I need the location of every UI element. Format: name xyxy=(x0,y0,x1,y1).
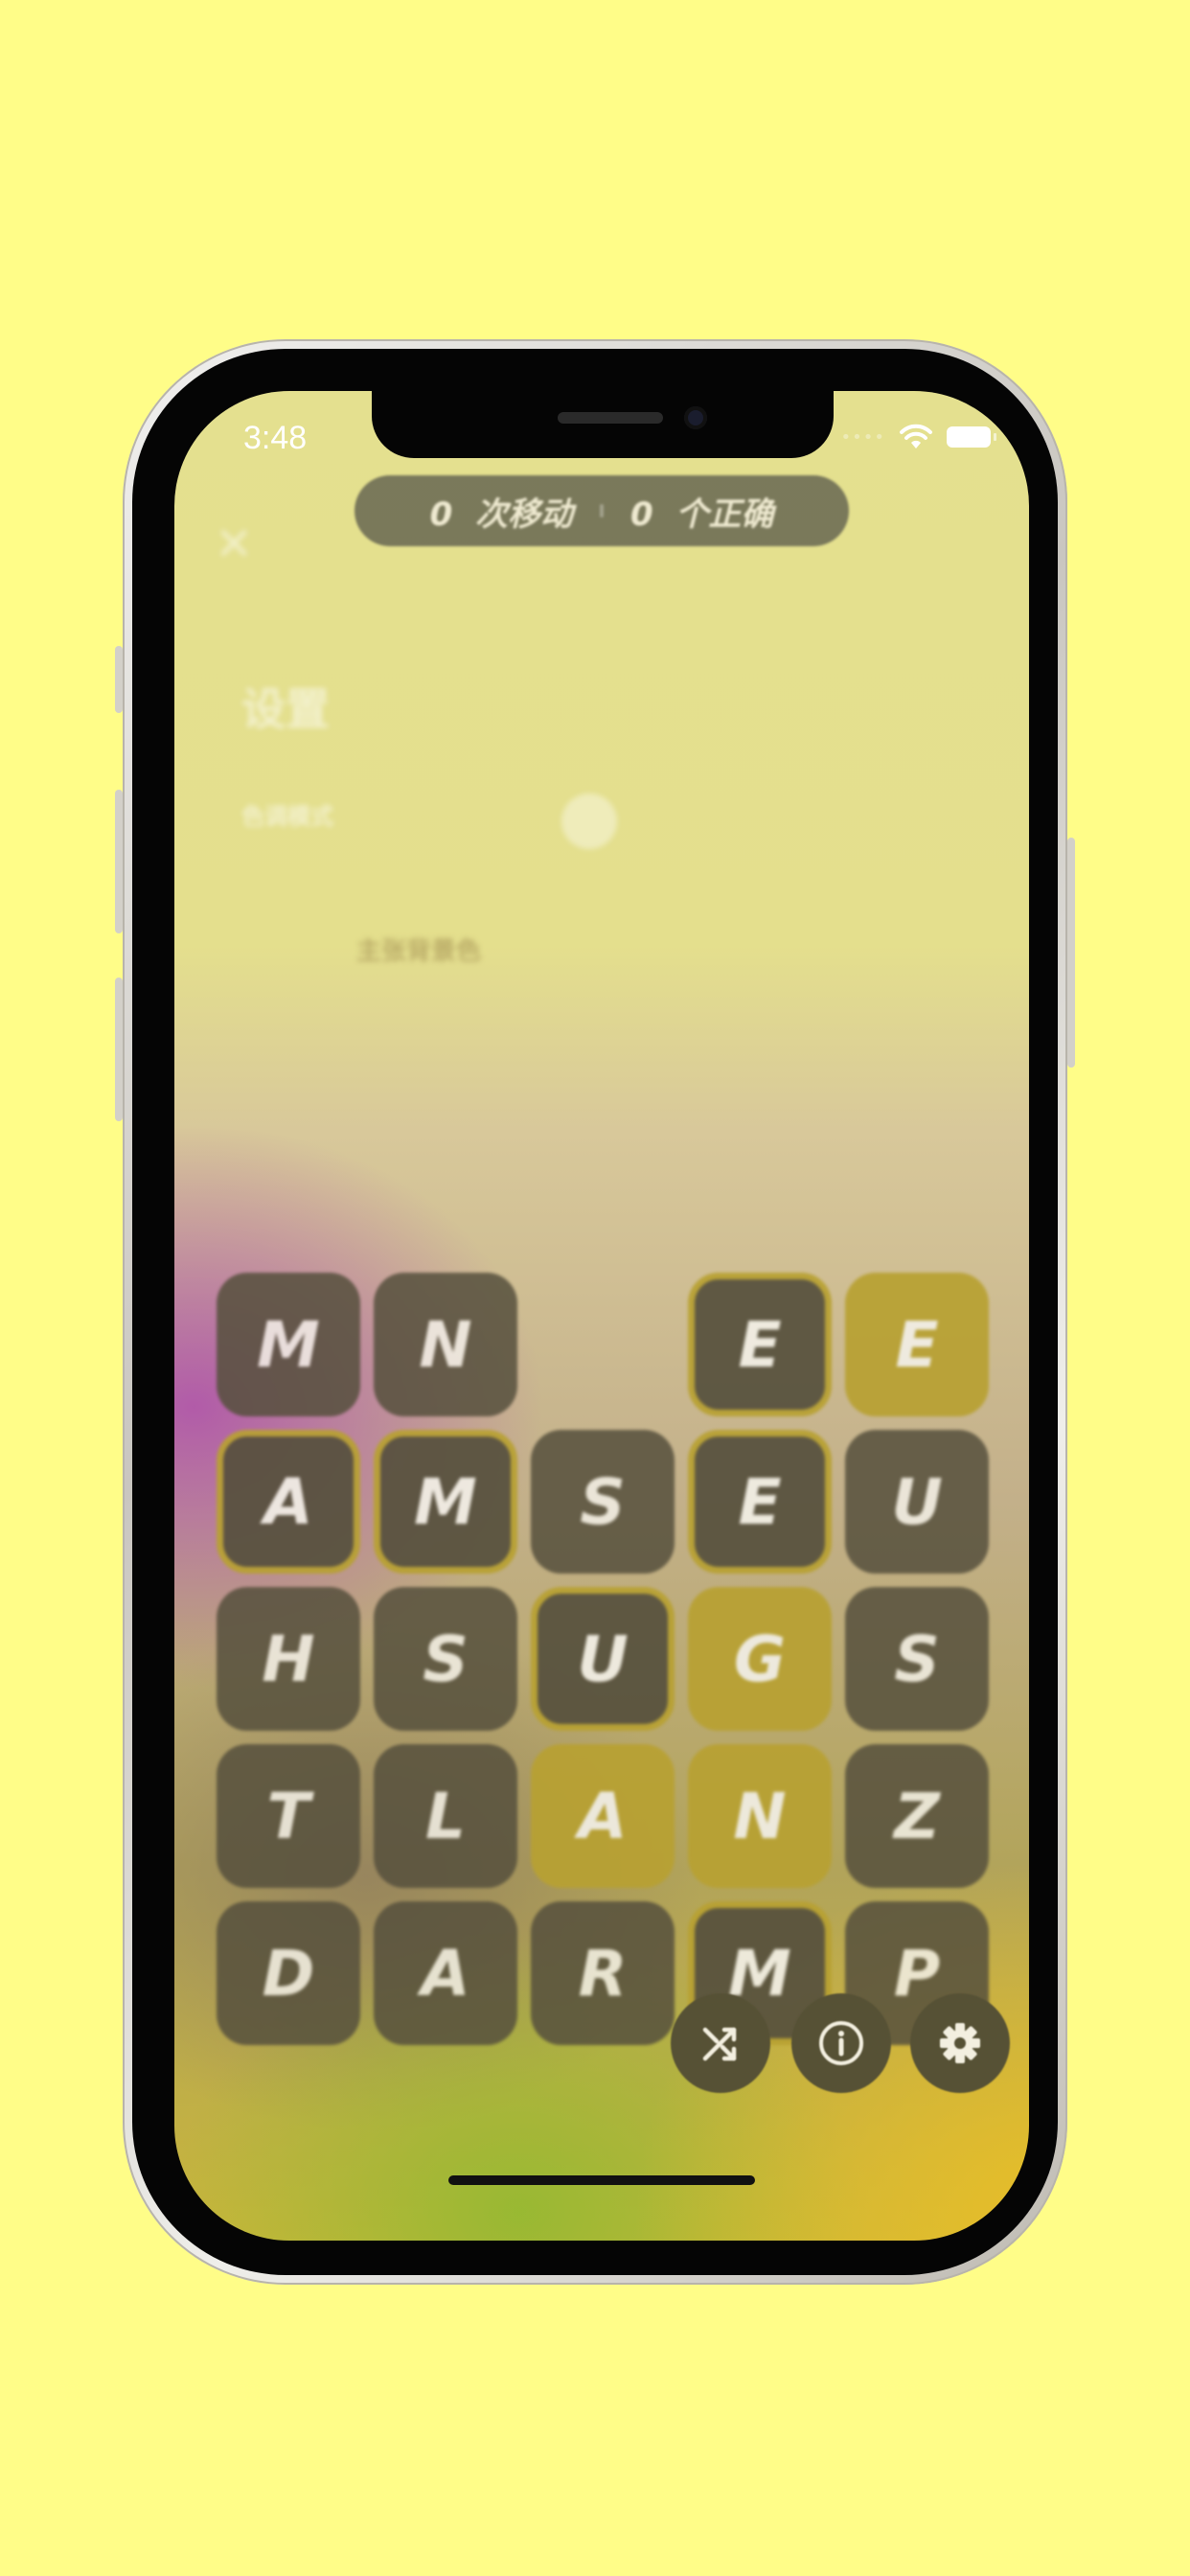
letter-tile[interactable]: S xyxy=(845,1587,989,1731)
notch xyxy=(372,391,834,458)
letter-tile[interactable]: U xyxy=(531,1587,675,1731)
letter-tile[interactable]: L xyxy=(374,1744,517,1888)
volume-up-button xyxy=(115,790,123,933)
letter-tile[interactable]: E xyxy=(845,1273,989,1416)
power-button xyxy=(1067,838,1075,1068)
letter-tile[interactable]: U xyxy=(845,1430,989,1574)
speaker-grille xyxy=(558,412,663,424)
letter-tile[interactable]: A xyxy=(217,1430,360,1574)
background-color-label: 主张背景色 xyxy=(356,937,482,966)
letter-tile[interactable]: D xyxy=(217,1901,360,2045)
status-icons: •••• xyxy=(840,424,996,450)
letter-tile[interactable]: E xyxy=(688,1273,832,1416)
volume-down-button xyxy=(115,978,123,1121)
settings-button[interactable] xyxy=(910,1993,1010,2093)
dark-mode-label: 色调模式 xyxy=(241,803,333,830)
counter-separator xyxy=(600,504,604,518)
signal-icon: •••• xyxy=(840,426,885,448)
letter-tile[interactable]: S xyxy=(374,1587,517,1731)
letter-tile[interactable]: N xyxy=(688,1744,832,1888)
letter-tile[interactable]: R xyxy=(531,1901,675,2045)
silent-switch xyxy=(115,646,123,713)
battery-icon xyxy=(947,426,996,448)
app-screen: 3:48 •••• 0 次移动 0 个正确 ✕ 设置 色调模式 主张背景色 M … xyxy=(174,391,1029,2241)
home-indicator[interactable] xyxy=(448,2175,755,2185)
letter-tile[interactable]: H xyxy=(217,1587,360,1731)
correct-count: 0 个正确 xyxy=(630,494,774,534)
shuffle-button[interactable] xyxy=(671,1993,770,2093)
info-icon xyxy=(819,2021,863,2065)
letter-tile[interactable]: M xyxy=(374,1430,517,1574)
phone-bezel: 3:48 •••• 0 次移动 0 个正确 ✕ 设置 色调模式 主张背景色 M … xyxy=(132,349,1058,2275)
letter-tile[interactable]: E xyxy=(688,1430,832,1574)
letter-tile[interactable]: G xyxy=(688,1587,832,1731)
gear-icon xyxy=(940,2023,980,2063)
dark-mode-toggle[interactable] xyxy=(561,794,617,849)
move-counter: 0 次移动 0 个正确 xyxy=(355,475,849,546)
phone-frame: 3:48 •••• 0 次移动 0 个正确 ✕ 设置 色调模式 主张背景色 M … xyxy=(115,339,1075,2285)
letter-tile[interactable]: S xyxy=(531,1430,675,1574)
settings-title: 设置 xyxy=(241,683,330,735)
front-camera xyxy=(684,406,707,429)
wifi-icon xyxy=(900,424,932,448)
shuffle-icon xyxy=(702,2027,737,2061)
close-icon[interactable]: ✕ xyxy=(215,518,253,571)
letter-tile[interactable]: A xyxy=(531,1744,675,1888)
moves-count: 0 次移动 xyxy=(429,494,573,534)
info-button[interactable] xyxy=(791,1993,891,2093)
letter-tile[interactable]: T xyxy=(217,1744,360,1888)
letter-tile[interactable]: N xyxy=(374,1273,517,1416)
letter-tile[interactable]: A xyxy=(374,1901,517,2045)
letter-tile[interactable]: M xyxy=(217,1273,360,1416)
letter-tile[interactable]: Z xyxy=(845,1744,989,1888)
status-time: 3:48 xyxy=(243,420,308,456)
